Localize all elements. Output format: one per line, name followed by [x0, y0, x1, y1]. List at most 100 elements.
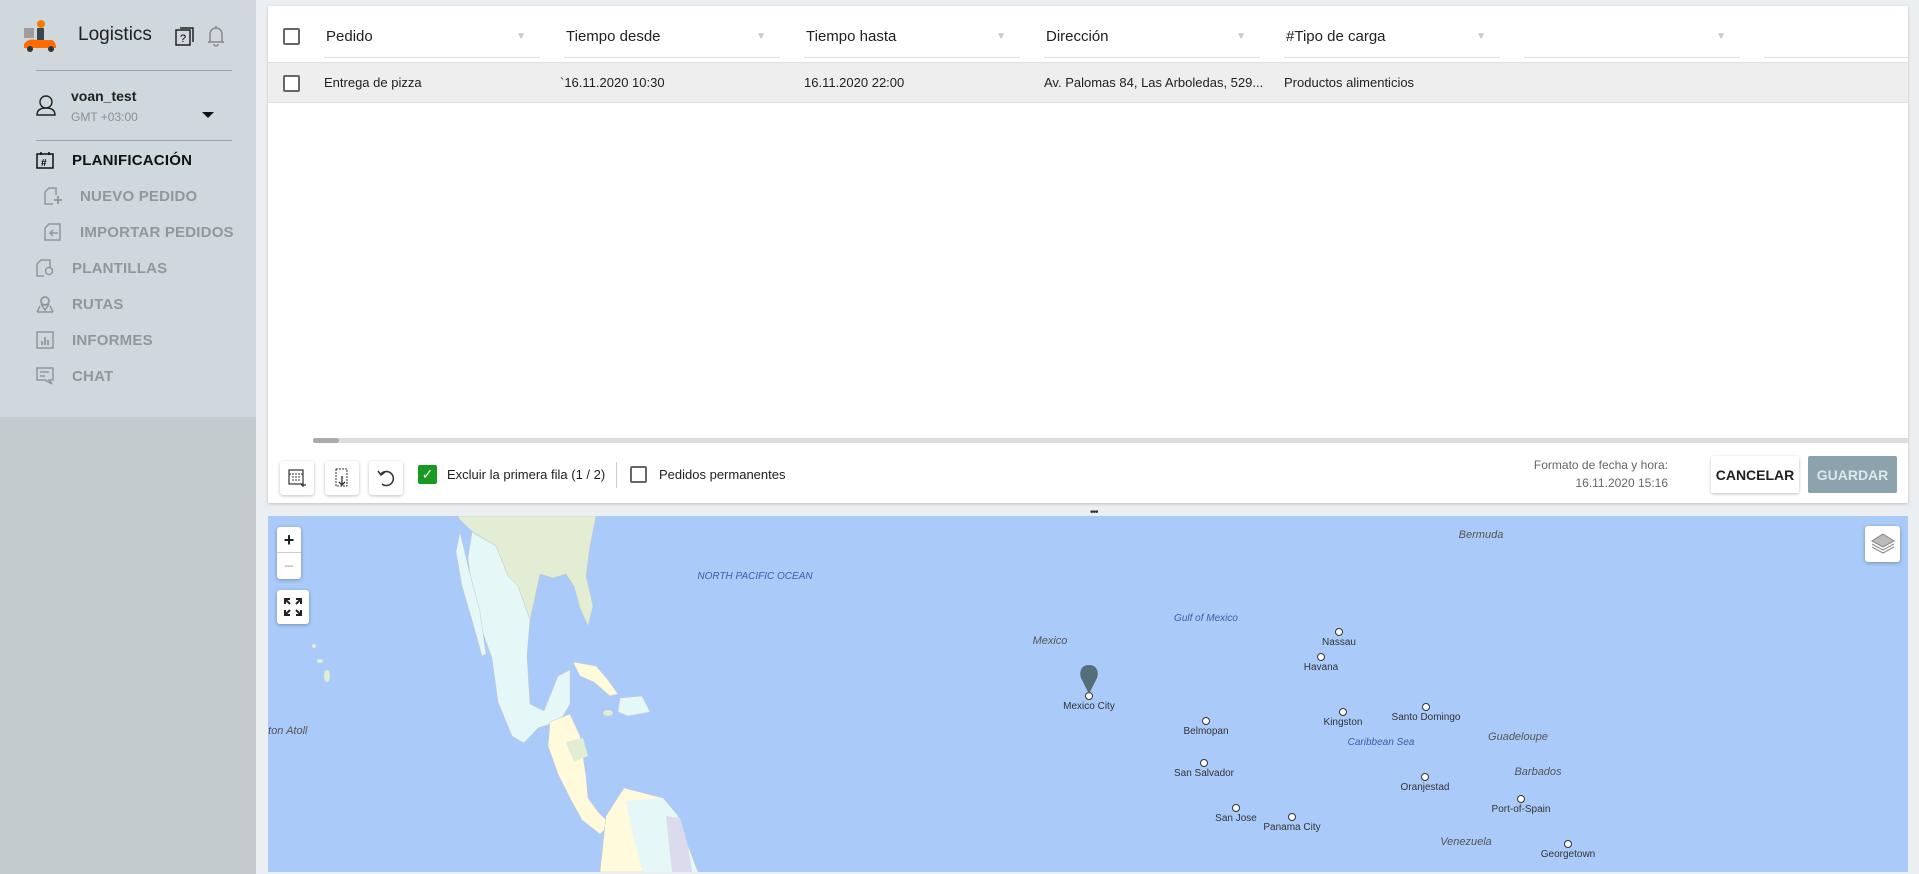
route-icon: [34, 293, 56, 315]
svg-text:?: ?: [180, 33, 186, 45]
date-format-label: Formato de fecha y hora:: [1533, 458, 1668, 472]
undo-icon: [377, 470, 395, 487]
dropdown-arrow-icon[interactable]: ▼: [1236, 31, 1246, 42]
column-label: #Tipo de carga: [1286, 28, 1386, 45]
column-header[interactable]: [1764, 16, 1908, 58]
cell-tipo-carga: Productos alimenticios: [1284, 75, 1415, 90]
column-header[interactable]: #Tipo de carga ▼: [1284, 16, 1500, 58]
nav-label: CHAT: [72, 367, 114, 385]
import-icon: [42, 221, 64, 243]
orders-import-panel: Pedido ▼ Tiempo desde ▼ Tiempo hasta ▼ Dire…: [268, 6, 1908, 503]
hispaniola-land: [617, 695, 651, 717]
nav-planificacion[interactable]: # PLANIFICACIÓN: [34, 149, 192, 171]
column-header[interactable]: ▼: [1524, 16, 1740, 58]
cell-pedido: Entrega de pizza: [324, 75, 422, 90]
dropdown-arrow-icon[interactable]: ▼: [516, 31, 526, 42]
city-dot: [1564, 840, 1572, 848]
help-icon[interactable]: ?: [174, 25, 196, 47]
city-dot: [1517, 795, 1525, 803]
svg-text:#: #: [41, 158, 47, 169]
city-dot: [1335, 628, 1343, 636]
new-document-icon: [42, 185, 64, 207]
nav-nuevo-pedido[interactable]: NUEVO PEDIDO: [42, 185, 197, 207]
dropdown-arrow-icon[interactable]: ▼: [1716, 31, 1726, 42]
city-dot: [1339, 708, 1347, 716]
dropdown-arrow-icon[interactable]: ▼: [996, 31, 1006, 42]
nav-label: PLANTILLAS: [72, 259, 168, 277]
permanent-orders-checkbox[interactable]: [630, 466, 647, 483]
jamaica-land: [603, 710, 613, 716]
scooter-courier-logo: [24, 20, 56, 52]
divider: [36, 140, 232, 141]
column-label: Tiempo hasta: [806, 28, 897, 45]
dropdown-arrow-icon[interactable]: ▼: [756, 31, 766, 42]
column-label: Tiempo desde: [566, 28, 661, 45]
add-row-button[interactable]: [325, 461, 359, 495]
layers-icon: [1870, 533, 1895, 554]
save-button[interactable]: GUARDAR: [1808, 456, 1897, 493]
hawaii-land: [312, 644, 316, 648]
cell-tiempo-desde: `16.11.2020 10:30: [560, 75, 665, 90]
exclude-first-row-checkbox[interactable]: ✓: [418, 465, 437, 484]
column-header[interactable]: Tiempo desde ▼: [564, 16, 780, 58]
label-johnston-atoll: nston Atoll: [268, 725, 308, 737]
fullscreen-button[interactable]: [277, 590, 309, 624]
city-mexico-city: Mexico City: [1063, 701, 1115, 712]
exclude-first-row-label: Excluir la primera fila (1 / 2): [447, 467, 606, 482]
dropdown-arrow-icon[interactable]: ▼: [1476, 31, 1486, 42]
table-row[interactable]: Entrega de pizza `16.11.2020 10:30 16.11…: [268, 63, 1908, 103]
table-header: Pedido ▼ Tiempo desde ▼ Tiempo hasta ▼ Dire…: [268, 6, 1908, 63]
cell-tiempo-hasta: 16.11.2020 22:00: [804, 75, 905, 90]
city-dot: [1202, 717, 1210, 725]
sidebar: Logistics ? voan_test GMT +03:00 # PLANIF…: [0, 0, 256, 874]
row-checkbox[interactable]: [283, 75, 300, 92]
nav-informes[interactable]: INFORMES: [34, 329, 153, 351]
city-belmopan: Belmopan: [1183, 726, 1229, 737]
city-san-salvador: San Salvador: [1173, 768, 1235, 779]
horizontal-scrollbar[interactable]: [313, 438, 1908, 443]
cancel-button[interactable]: CANCELAR: [1711, 456, 1799, 493]
column-header[interactable]: Pedido ▼: [324, 16, 540, 58]
city-georgetown: Georgetown: [1540, 849, 1596, 860]
cell-direccion: Av. Palomas 84, Las Arboledas, 529...: [1044, 75, 1264, 90]
nav-label: IMPORTAR PEDIDOS: [80, 223, 234, 241]
label-venezuela: Venezuela: [1440, 836, 1492, 848]
city-dot: [1232, 804, 1240, 812]
nav-importar-pedidos[interactable]: IMPORTAR PEDIDOS: [42, 221, 234, 243]
divider: [36, 70, 232, 71]
add-column-button[interactable]: [280, 461, 314, 495]
city-oranjestad: Oranjestad: [1400, 782, 1450, 793]
city-dot: [1200, 759, 1208, 767]
column-header[interactable]: Dirección ▼: [1044, 16, 1260, 58]
city-san-jose: San Jose: [1215, 813, 1257, 824]
city-kingston: Kingston: [1323, 717, 1363, 728]
label-guadeloupe: Guadeloupe: [1488, 731, 1548, 743]
city-dot: [1422, 703, 1430, 711]
layers-button[interactable]: [1865, 526, 1900, 562]
city-panama-city: Panama City: [1263, 822, 1321, 833]
cuba-land: [572, 661, 619, 697]
nav-chat[interactable]: CHAT: [34, 365, 113, 387]
label-bermuda: Bermuda: [1458, 529, 1504, 541]
undo-button[interactable]: [369, 461, 403, 495]
label-caribbean-sea: Caribbean Sea: [1347, 737, 1415, 748]
chart-icon: [34, 329, 56, 351]
nav-label: PLANIFICACIÓN: [72, 151, 193, 169]
label-mexico: Mexico: [1032, 635, 1068, 647]
city-havana: Havana: [1303, 662, 1339, 673]
nav-plantillas[interactable]: PLANTILLAS: [34, 257, 167, 279]
nav-rutas[interactable]: RUTAS: [34, 293, 124, 315]
zoom-in-button[interactable]: +: [277, 527, 301, 553]
hawaii-land: [317, 659, 323, 663]
column-header[interactable]: Tiempo hasta ▼: [804, 16, 1020, 58]
nav-label: INFORMES: [72, 331, 153, 349]
zoom-out-button[interactable]: −: [277, 553, 301, 579]
nav-label: RUTAS: [72, 295, 124, 313]
map-marker-icon[interactable]: [1077, 664, 1101, 696]
user-selector[interactable]: voan_test GMT +03:00: [36, 86, 236, 132]
city-dot: [1317, 653, 1325, 661]
caret-down-icon[interactable]: [202, 112, 214, 118]
map[interactable]: NORTH PACIFIC OCEAN Gulf of Mexico Mexic…: [268, 516, 1908, 872]
bell-icon[interactable]: [206, 24, 226, 48]
scrollbar-thumb[interactable]: [313, 438, 339, 443]
